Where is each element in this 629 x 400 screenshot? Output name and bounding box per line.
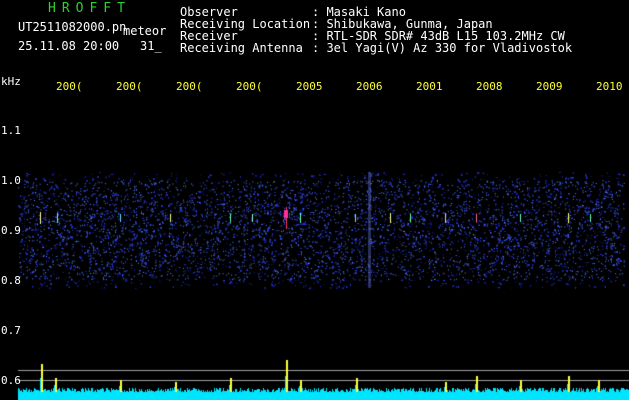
freq-unit-label: kHz	[1, 75, 21, 88]
time-label: 2001	[416, 80, 443, 93]
spectrogram-canvas	[0, 0, 629, 400]
freq-tick-label: 0.6	[1, 374, 21, 387]
time-label: 200(	[176, 80, 203, 93]
time-label: 200(	[236, 80, 263, 93]
time-label: 2010	[596, 80, 623, 93]
info-value-antenna: : 3el Yagi(V) Az 330 for Vladivostok	[312, 41, 573, 55]
meteor-label: meteor	[123, 24, 167, 38]
freq-tick-label: 1.1	[1, 124, 21, 137]
freq-tick-label: 0.7	[1, 324, 21, 337]
time-label: 2006	[356, 80, 383, 93]
datetime-label: 25.11.08 20:00	[18, 39, 120, 53]
freq-tick-label: 0.9	[1, 224, 21, 237]
brand-title: HROFFT	[48, 1, 131, 16]
filename-label: UT2511082000.pn	[18, 20, 127, 34]
freq-tick-label: 1.0	[1, 174, 21, 187]
time-label: 200(	[116, 80, 143, 93]
time-label: 2005	[296, 80, 323, 93]
time-label: 2009	[536, 80, 563, 93]
freq-tick-label: 0.8	[1, 274, 21, 287]
time-label: 2008	[476, 80, 503, 93]
count-label: 31_	[140, 39, 162, 53]
time-label: 200(	[56, 80, 83, 93]
info-label-antenna: Receiving Antenna	[180, 41, 303, 55]
